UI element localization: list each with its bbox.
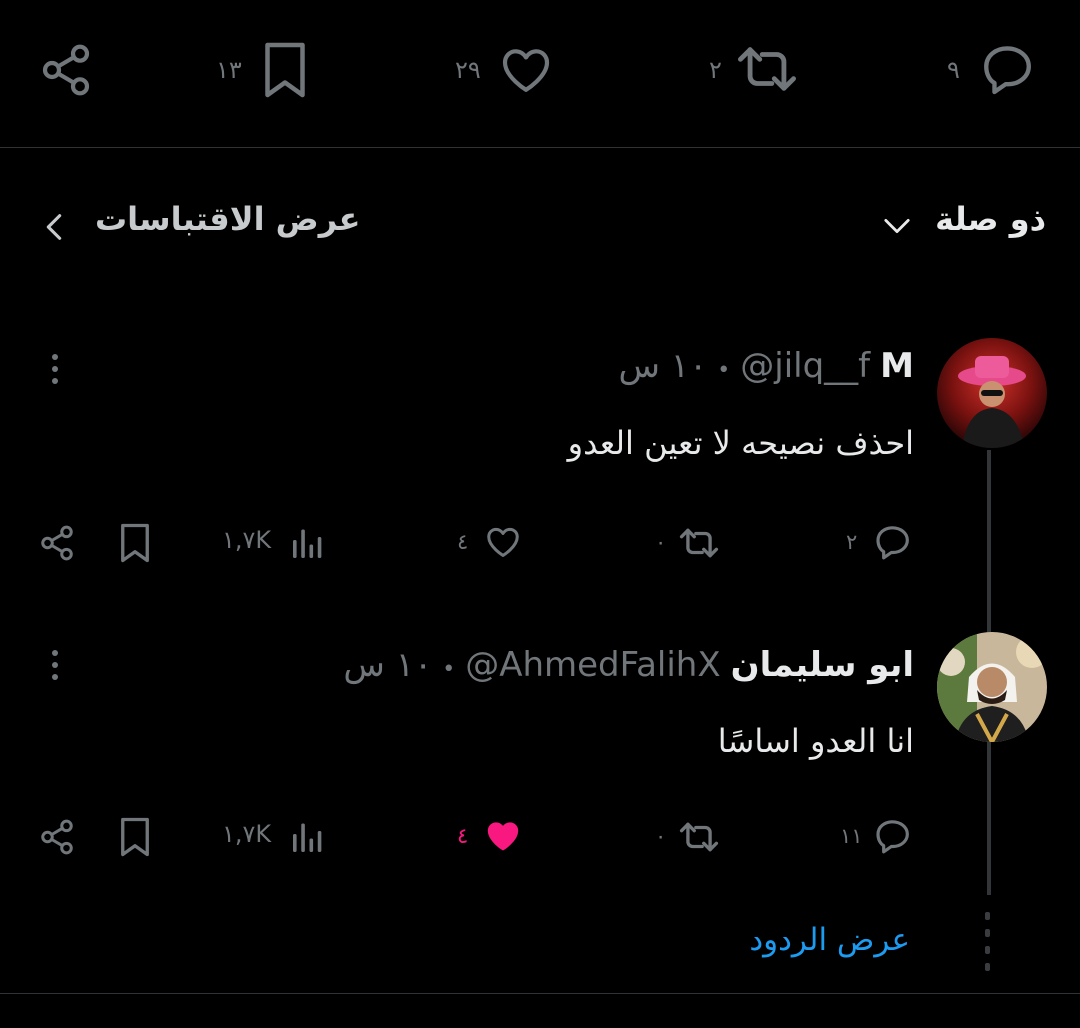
like-count: ٤ [457,824,469,848]
reply-icon [876,820,909,854]
share-icon [41,525,73,561]
heart-icon [487,527,519,557]
reply-text: انا العدو اساسًا [717,722,914,760]
share-button[interactable] [38,42,94,98]
views-count: ١,٧K [222,526,272,554]
main-reply-count: ٩ [947,56,960,84]
main-like-count: ٢٩ [455,56,481,84]
bookmark-button[interactable] [262,40,308,100]
reply-count: ١١ [840,824,863,848]
retweet-button[interactable] [676,818,722,856]
views-icon [293,529,322,558]
display-name[interactable]: M [880,346,914,386]
view-quotes-link[interactable]: عرض الاقتباسات [95,200,360,238]
show-replies-link[interactable]: عرض الردود [749,922,910,958]
retweet-button[interactable] [676,524,722,562]
views-count: ١,٧K [222,820,272,848]
like-button[interactable] [483,817,523,855]
like-button[interactable] [483,523,523,561]
retweet-icon [738,47,796,91]
retweet-icon [679,528,719,558]
retweet-count: ٠ [655,824,667,848]
main-retweet-count: ٢ [709,56,722,84]
views-button[interactable] [290,525,326,561]
like-count: ٤ [457,530,469,554]
bookmark-icon [121,817,149,857]
share-icon [42,44,90,96]
sort-selector[interactable]: ذو صلة [935,200,1046,238]
views-icon [293,823,322,852]
reply-button[interactable] [872,816,914,856]
reply-icon [876,526,909,560]
share-button[interactable] [38,818,76,856]
divider [0,993,1080,994]
reply-icon [984,46,1031,95]
chevron-down-icon[interactable] [880,212,914,240]
share-button[interactable] [38,524,76,562]
share-icon [41,819,73,855]
user-handle[interactable]: @jilq__f [740,346,870,386]
views-button[interactable] [290,819,326,855]
reply-header: ابو سليمان @AhmedFalihX • ١٠ س [343,645,914,685]
like-button[interactable] [497,42,555,98]
heart-icon [502,49,550,92]
separator-dot: • [717,358,731,383]
retweet-button[interactable] [734,40,800,98]
avatar[interactable] [937,632,1047,742]
reply-text: احذف نصيحه لا تعين العدو [567,424,914,462]
chevron-left-icon[interactable] [42,210,66,244]
display-name[interactable]: ابو سليمان [731,645,914,685]
divider [0,147,1080,148]
main-bookmark-count: ١٣ [216,56,242,84]
more-options-icon[interactable] [52,354,60,390]
reply-count: ٢ [846,530,858,554]
bookmark-icon [121,523,149,563]
reply-header: M @jilq__f • ١٠ س [618,346,914,386]
thread-continuation-dots [985,912,991,980]
reply-button[interactable] [978,40,1038,98]
timestamp[interactable]: ١٠ س [343,645,432,685]
more-options-icon[interactable] [52,650,60,686]
separator-dot: • [442,657,456,682]
timestamp[interactable]: ١٠ س [618,346,707,386]
retweet-icon [679,822,719,852]
bookmark-button[interactable] [118,816,152,858]
avatar[interactable] [937,338,1047,448]
heart-filled-icon [487,822,519,851]
retweet-count: ٠ [655,530,667,554]
reply-button[interactable] [872,522,914,562]
bookmark-button[interactable] [118,522,152,564]
user-handle[interactable]: @AhmedFalihX [465,645,720,685]
bookmark-icon [265,42,305,98]
